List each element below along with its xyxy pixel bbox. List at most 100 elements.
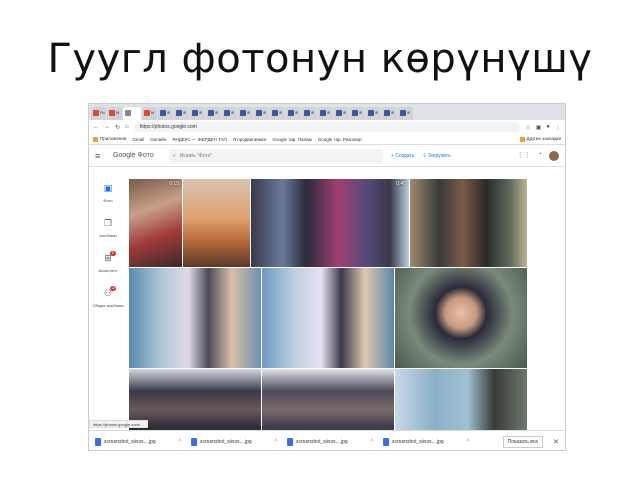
browser-tab[interactable]: [123, 107, 141, 120]
bookmark-item[interactable]: Онлайн: [150, 137, 166, 142]
url-field[interactable]: https://photos.google.com: [133, 122, 521, 132]
search-input[interactable]: Искать "Фото": [180, 153, 212, 159]
hamburger-menu-icon[interactable]: ≡: [95, 151, 105, 161]
tab-favicon-icon: [125, 110, 131, 116]
create-button[interactable]: + Создать: [391, 153, 414, 159]
tab-title: Ф: [359, 110, 363, 115]
bookmark-item[interactable]: Google тар. Палам: [272, 137, 311, 142]
chevron-up-icon[interactable]: ^: [371, 439, 373, 445]
browser-tab[interactable]: Ф: [302, 107, 317, 120]
download-item[interactable]: screenshot_wixss....jpg ^: [287, 437, 373, 446]
close-icon[interactable]: ✕: [553, 438, 559, 446]
nav-assistant[interactable]: ⊞ 6 Ассистент: [89, 248, 127, 273]
bookmark-item[interactable]: Google тар. Разговор: [318, 137, 362, 142]
photo-thumbnail[interactable]: [129, 268, 261, 368]
apps-grid-icon[interactable]: ⋮⋮: [517, 151, 531, 161]
home-icon[interactable]: ⌂: [125, 124, 129, 130]
slide-title: Гуугл фотонун көрүнүшү: [47, 36, 593, 82]
tab-title: Ф: [199, 110, 203, 115]
tab-title: Ф: [295, 110, 299, 115]
tab-favicon-icon: [320, 110, 326, 116]
tab-title: Ф: [263, 110, 267, 115]
nav-photos[interactable]: ▣ Фото: [89, 178, 127, 203]
tab-title: Ф: [215, 110, 219, 115]
search-box[interactable]: ⌕ Искать "Фото": [169, 148, 383, 163]
tab-favicon-icon: [336, 110, 342, 116]
tab-favicon-icon: [304, 110, 310, 116]
tab-title: Ро: [100, 110, 105, 115]
browser-tab[interactable]: Ро: [91, 107, 106, 120]
browser-screenshot: Ро М М Ф Ф Ф Ф Ф Ф Ф Ф Ф Ф Ф Ф Ф Ф Ф Ф ← → ↻ ⌂ https://pho…: [88, 103, 566, 451]
menu-dots-icon[interactable]: ⋮: [555, 124, 561, 131]
browser-tab[interactable]: Ф: [206, 107, 221, 120]
chevron-up-icon[interactable]: ^: [179, 439, 181, 445]
upload-button[interactable]: ⇪ Загрузить: [422, 153, 450, 159]
assistant-badge: 6: [109, 251, 116, 256]
sidebar: ▣ Фото ❐ Альбомы ⊞ 6 Ассистент ⚇ 12 Общие …: [89, 168, 127, 443]
browser-tab[interactable]: Ф: [382, 107, 397, 120]
photo-thumbnail[interactable]: [262, 268, 394, 368]
chevron-up-icon[interactable]: ^: [275, 439, 277, 445]
bookmark-item[interactable]: Я продвигаемся: [233, 137, 267, 142]
browser-tab[interactable]: Ф: [398, 107, 413, 120]
browser-tab[interactable]: Ф: [350, 107, 365, 120]
bookmark-item[interactable]: Приложения: [93, 136, 126, 142]
reload-icon[interactable]: ↻: [115, 124, 120, 131]
profile-icon[interactable]: ●: [546, 124, 550, 130]
download-item[interactable]: screenshot_wixss....jpg ^: [191, 437, 277, 446]
avatar[interactable]: [549, 150, 559, 161]
browser-tab[interactable]: Ф: [270, 107, 285, 120]
file-icon: [383, 437, 389, 446]
tab-favicon-icon: [109, 110, 115, 116]
bookmark-item[interactable]: Gmail: [132, 137, 144, 142]
apps-icon: [93, 136, 98, 142]
tab-favicon-icon: [352, 110, 358, 116]
tab-favicon-icon: [240, 110, 246, 116]
browser-tab[interactable]: Ф: [174, 107, 189, 120]
back-icon[interactable]: ←: [93, 124, 99, 130]
photo-thumbnail[interactable]: [183, 179, 250, 267]
tab-favicon-icon: [384, 110, 390, 116]
browser-tab[interactable]: Ф: [158, 107, 173, 120]
tab-favicon-icon: [256, 110, 262, 116]
star-icon[interactable]: ☆: [525, 124, 530, 131]
nav-shared[interactable]: ⚇ 12 Общие альбомы: [89, 283, 127, 308]
google-photos-logo[interactable]: Google Фото: [113, 152, 161, 159]
folder-icon: [519, 136, 525, 142]
browser-tab[interactable]: Ф: [286, 107, 301, 120]
browser-tab[interactable]: Ф: [254, 107, 269, 120]
header-icons: ⋮⋮ ◔: [517, 150, 559, 161]
show-all-button[interactable]: Показать все: [502, 435, 544, 448]
browser-tab[interactable]: М: [142, 107, 157, 120]
forward-icon[interactable]: →: [104, 124, 110, 130]
browser-tab[interactable]: Ф: [366, 107, 381, 120]
browser-tab[interactable]: Ф: [190, 107, 205, 120]
photo-thumbnail[interactable]: 0:15: [129, 179, 182, 267]
bell-icon[interactable]: ◔: [538, 151, 542, 161]
tab-title: Ф: [311, 110, 315, 115]
photo-thumbnail[interactable]: [395, 268, 527, 368]
status-link: https://photos.google.com/…: [89, 420, 148, 428]
photo-thumbnail[interactable]: [410, 179, 527, 267]
browser-tab[interactable]: Ф: [238, 107, 253, 120]
nav-albums[interactable]: ❐ Альбомы: [89, 213, 127, 238]
extension-icon[interactable]: ▣: [536, 124, 542, 131]
bookmark-item[interactable]: ЯНДЕКС — ЖЕРДЕН ТАП: [172, 137, 227, 142]
shared-icon: ⚇ 12: [103, 286, 117, 298]
tab-favicon-icon: [368, 110, 374, 116]
download-item[interactable]: screenshot_wixss....jpg ^: [383, 437, 469, 446]
browser-tab[interactable]: Ф: [334, 107, 349, 120]
browser-tab[interactable]: М: [107, 107, 122, 120]
tab-favicon-icon: [144, 110, 150, 116]
chevron-up-icon[interactable]: ^: [467, 439, 469, 445]
video-duration: 0:40: [396, 181, 406, 187]
tab-title: Ф: [167, 110, 171, 115]
photo-thumbnail[interactable]: 0:40: [251, 179, 409, 267]
download-item[interactable]: screenshot_wixss....jpg ^: [95, 437, 181, 446]
tab-title: Ф: [375, 110, 379, 115]
browser-tab[interactable]: Ф: [318, 107, 333, 120]
bookmark-item-other[interactable]: Другие закладки: [519, 136, 561, 142]
browser-tab[interactable]: Ф: [222, 107, 237, 120]
tab-title: Ф: [247, 110, 251, 115]
tab-favicon-icon: [272, 110, 278, 116]
